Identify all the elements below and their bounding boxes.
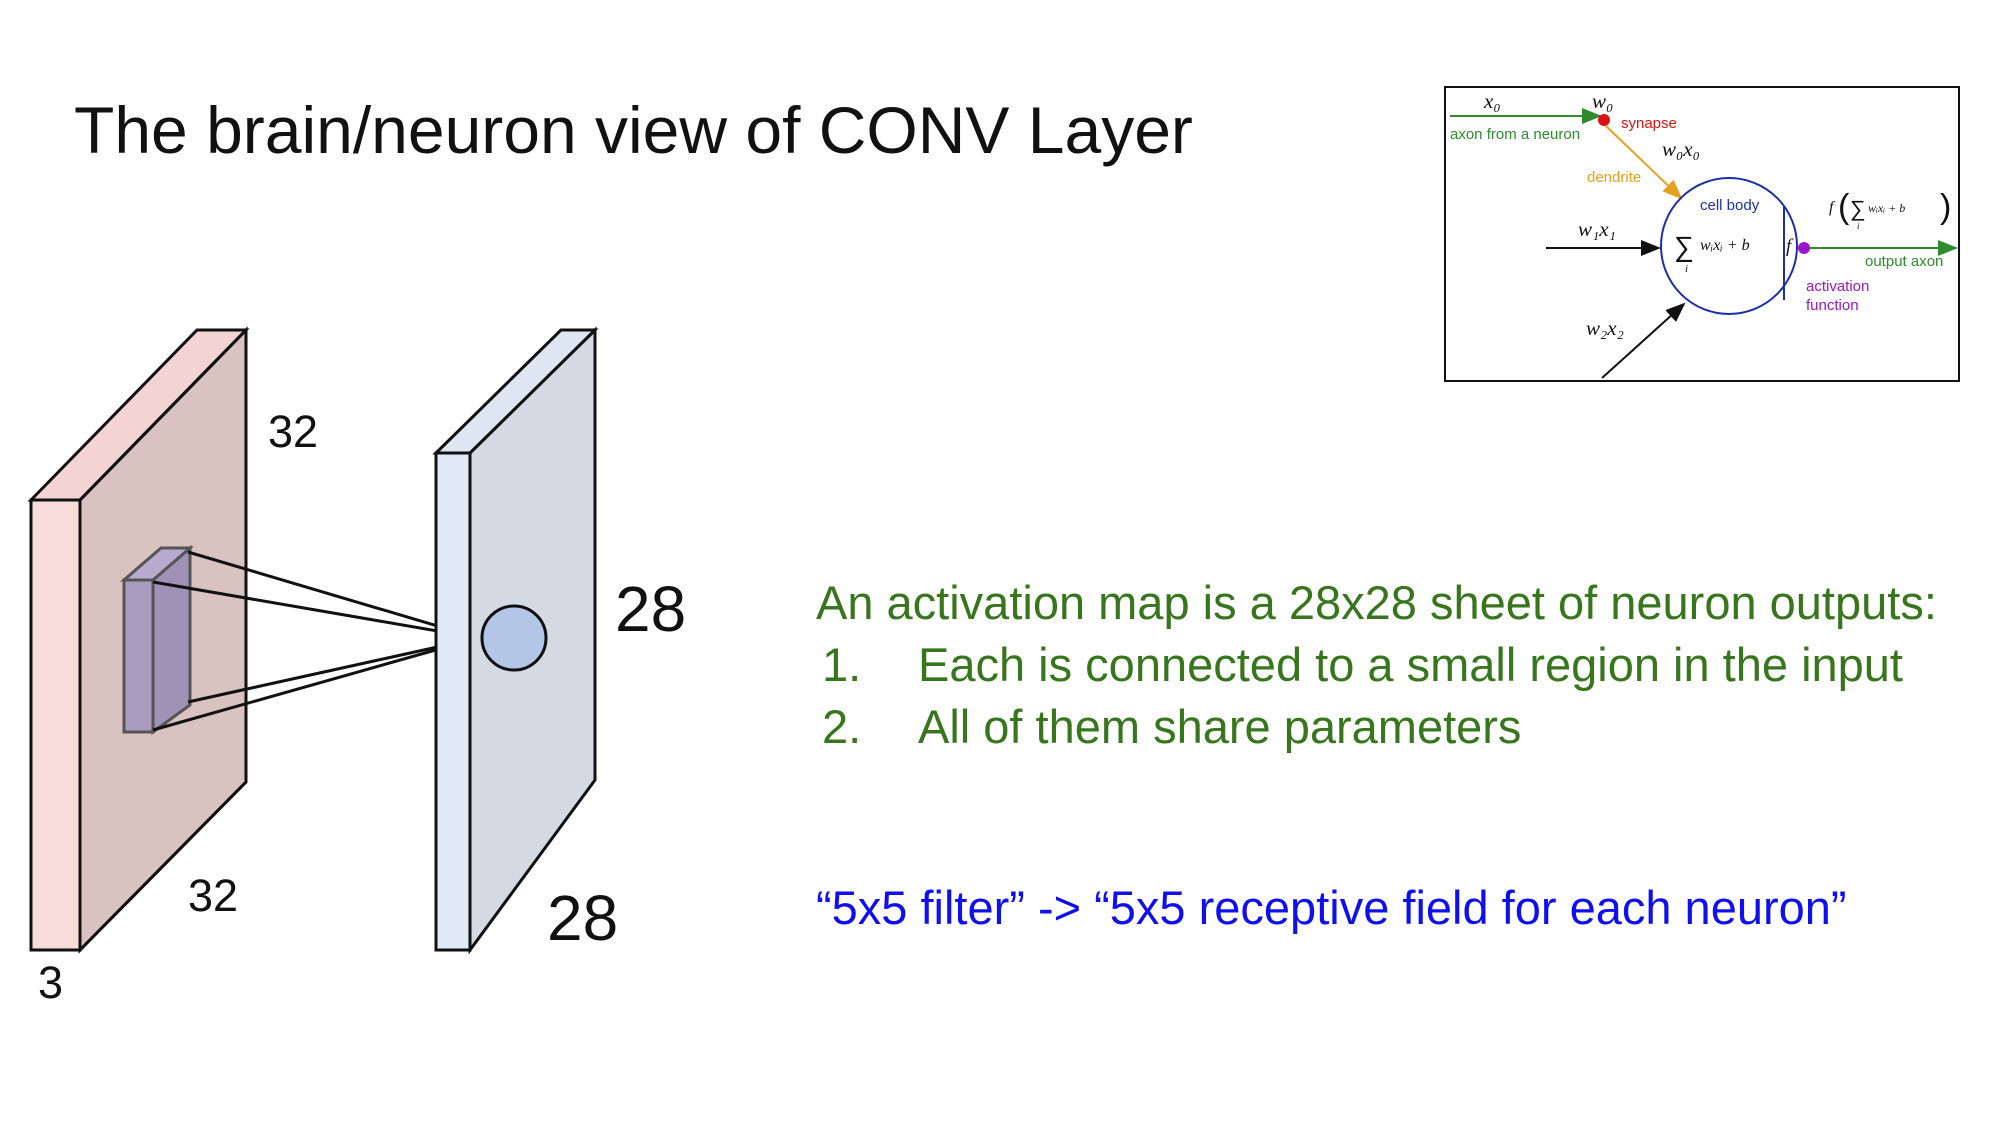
function-label: function — [1806, 297, 1859, 314]
synapse-label: synapse — [1621, 115, 1677, 132]
output-map-front — [434, 451, 472, 952]
output-expression-open-paren: ( — [1838, 188, 1850, 226]
neuron-diagram: x₀ w₀ axon from a neuron synapse w₀x₀ de… — [1444, 86, 1960, 382]
w1x1-label: w₁x₁ — [1578, 217, 1616, 241]
activation-map-description: An activation map is a 28x28 sheet of ne… — [816, 572, 1996, 758]
list-item-number: 2. — [822, 700, 862, 753]
conv-volume-diagram: 32 32 3 28 28 — [27, 326, 686, 1008]
x0-label: x₀ — [1483, 89, 1501, 113]
activation-dot — [1798, 242, 1810, 254]
output-expression-sum: ∑ — [1850, 196, 1866, 221]
output-axon-label: output axon — [1865, 253, 1943, 270]
sum-symbol: ∑ — [1674, 231, 1694, 262]
list-item: 2. All of them share parameters — [816, 696, 1996, 758]
list-item: 1. Each is connected to a small region i… — [816, 634, 1996, 696]
input-height-label: 32 — [268, 406, 318, 457]
sum-index: i — [1685, 263, 1688, 275]
slide-title: The brain/neuron view of CONV Layer — [74, 93, 1193, 167]
axon-from-neuron-label: axon from a neuron — [1450, 126, 1580, 143]
dendrite-label: dendrite — [1587, 169, 1641, 186]
output-width-label: 28 — [547, 882, 618, 954]
list-item-text: Each is connected to a small region in t… — [918, 638, 1903, 691]
cell-body-label: cell body — [1700, 197, 1760, 214]
description-intro: An activation map is a 28x28 sheet of ne… — [816, 576, 1937, 629]
filter-region — [119, 544, 195, 735]
input-volume-front — [29, 498, 82, 952]
receptive-field-quote: “5x5 filter” -> “5x5 receptive field for… — [816, 881, 1847, 934]
description-list: 1. Each is connected to a small region i… — [816, 634, 1996, 758]
input-width-label: 32 — [188, 870, 238, 921]
output-neuron — [480, 604, 548, 672]
list-item-text: All of them share parameters — [918, 700, 1522, 753]
output-activation-map — [432, 326, 599, 955]
activation-label: activation — [1806, 278, 1869, 295]
w0x0-label: w₀x₀ — [1662, 137, 1700, 161]
sum-expression: wᵢxᵢ + b — [1700, 237, 1750, 254]
w0-label: w₀ — [1592, 89, 1613, 113]
synapse-dot — [1598, 114, 1610, 126]
output-height-label: 28 — [615, 573, 686, 645]
input-depth-label: 3 — [38, 957, 63, 1008]
slide: The brain/neuron view of CONV Layer 32 3… — [0, 0, 2000, 1125]
list-item-number: 1. — [822, 638, 862, 691]
w2x2-label: w₂x₂ — [1586, 316, 1624, 340]
output-expression-body: wᵢxᵢ + b — [1868, 201, 1905, 215]
output-expression-close-paren: ) — [1940, 188, 1951, 226]
